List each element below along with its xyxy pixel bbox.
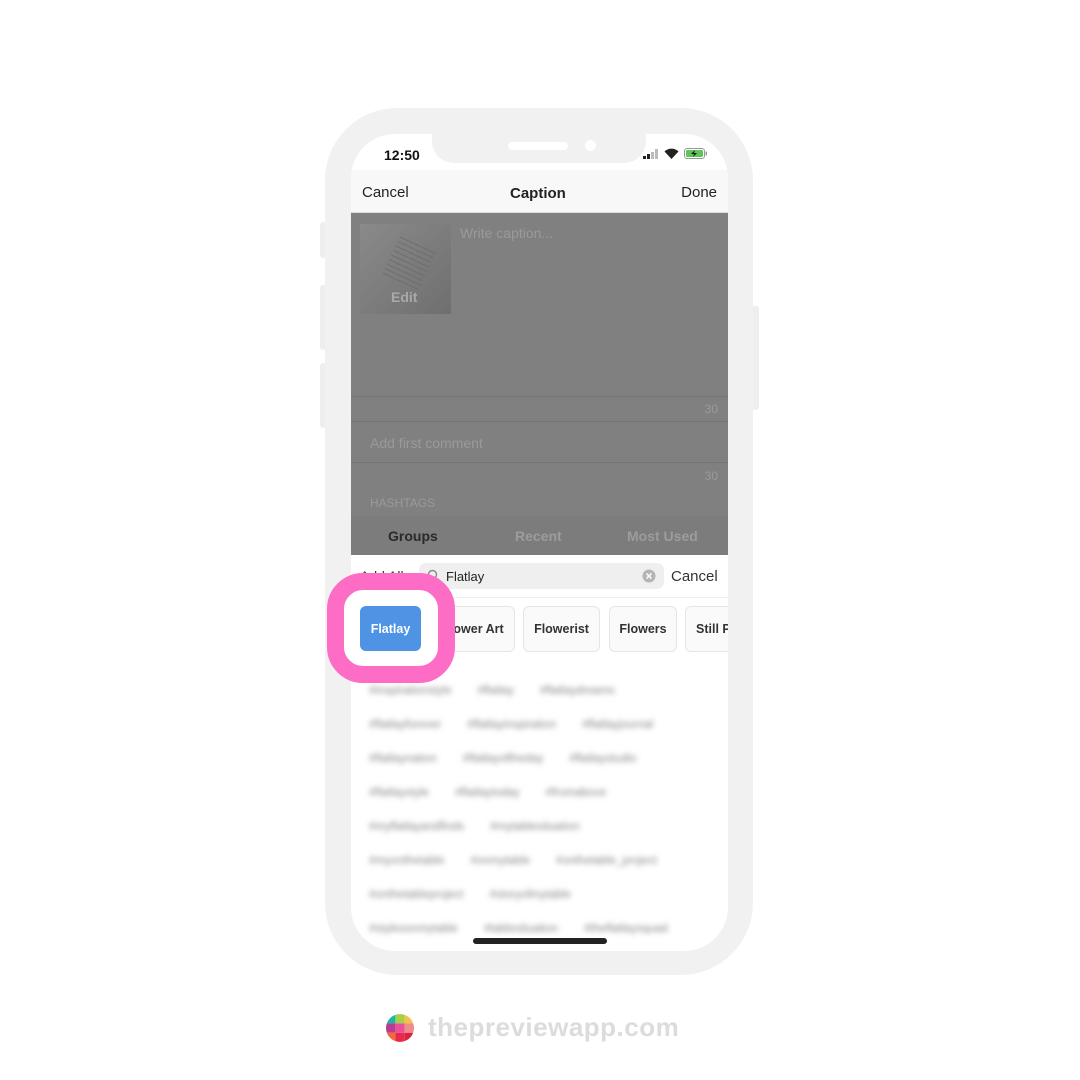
hashtag-item[interactable]: #stylesonmytable: [369, 923, 458, 935]
hashtag-item[interactable]: #flatlayoftheday: [463, 753, 544, 765]
hashtag-item[interactable]: #myflatlayandfinds: [369, 821, 464, 833]
hashtag-row: #flatlaynation #flatlayoftheday #flatlayst…: [369, 742, 728, 776]
divider: [351, 421, 728, 422]
hashtag-item[interactable]: #theflatlaysquad: [584, 923, 668, 935]
hashtag-item[interactable]: #flatlaystudio: [569, 753, 636, 765]
hashtag-item[interactable]: #onmytable: [470, 855, 529, 867]
hashtag-item[interactable]: #flatlayjournal: [582, 719, 653, 731]
hashtag-item[interactable]: #onthetable_project: [556, 855, 657, 867]
post-thumbnail[interactable]: Edit: [360, 224, 451, 314]
done-button[interactable]: Done: [681, 184, 717, 201]
status-icons: [643, 148, 708, 159]
hashtag-row: #onthetableproject #storyofmytable: [369, 878, 728, 912]
search-value: Flatlay: [446, 569, 485, 584]
camera: [585, 140, 596, 151]
hashtag-row: #flatlayforever #flatlayinspiration #flatl…: [369, 708, 728, 742]
battery-charging-icon: [684, 148, 707, 159]
caption-input[interactable]: Write caption...: [460, 225, 553, 241]
tab-most-used[interactable]: Most Used: [627, 528, 698, 544]
dimmed-post-editor: Edit Write caption... 30 Add first comme…: [351, 213, 728, 555]
hashtag-item[interactable]: #flatlaynation: [369, 753, 437, 765]
page-title: Caption: [510, 185, 566, 202]
hashtag-item[interactable]: #mytablesituation: [490, 821, 580, 833]
hashtag-item[interactable]: #onthetableproject: [369, 889, 464, 901]
comment-count: 30: [704, 469, 718, 483]
home-indicator[interactable]: [473, 938, 607, 944]
caption-count: 30: [704, 402, 718, 416]
hashtag-item[interactable]: #flatlayforever: [369, 719, 441, 731]
tab-groups[interactable]: Groups: [388, 528, 438, 544]
hashtag-item[interactable]: #flatlaydreams: [540, 685, 615, 697]
first-comment-input[interactable]: Add first comment: [370, 435, 483, 451]
hashtag-item[interactable]: #flatlaytoday: [455, 787, 520, 799]
hashtags-label: HASHTAGS: [370, 496, 436, 510]
divider: [351, 396, 728, 397]
status-time: 12:50: [384, 147, 420, 163]
preview-app-logo: [386, 1013, 414, 1042]
hashtag-list: #inspirationstyle #flatlay #flatlaydreams #…: [369, 674, 728, 946]
hashtag-row: #flatlaystyle #flatlaytoday #fromabove: [369, 776, 728, 810]
notch: [432, 134, 646, 163]
cancel-button[interactable]: Cancel: [362, 184, 409, 201]
hashtag-item[interactable]: #flatlaystyle: [369, 787, 429, 799]
hashtag-row: #myflatlayandfinds #mytablesituation: [369, 810, 728, 844]
phone-power-button: [752, 306, 759, 410]
hashtag-item[interactable]: #flatlay: [477, 685, 513, 697]
hashtag-item[interactable]: #storyofmytable: [490, 889, 571, 901]
hashtag-tabs: Groups Recent Most Used: [351, 516, 728, 555]
brand-footer: thepreviewapp.com: [386, 1012, 679, 1043]
clear-icon[interactable]: [642, 569, 656, 583]
thumbnail-text-lines: [382, 232, 438, 291]
edit-label[interactable]: Edit: [391, 289, 417, 305]
wifi-icon: [664, 148, 679, 159]
brand-url: thepreviewapp.com: [428, 1012, 680, 1042]
signal-icon: [643, 148, 658, 159]
nav-bar: Cancel Caption Done: [351, 170, 728, 213]
hashtag-row: #myonthetable #onmytable #onthetable_proje…: [369, 844, 728, 878]
tab-recent[interactable]: Recent: [515, 528, 562, 544]
speaker: [508, 142, 568, 150]
search-cancel-button[interactable]: Cancel: [671, 568, 718, 585]
hashtag-item[interactable]: #flatlayinspiration: [467, 719, 556, 731]
hashtag-item[interactable]: #myonthetable: [369, 855, 444, 867]
hashtag-item[interactable]: #fromabove: [546, 787, 607, 799]
group-chip-still[interactable]: Still Pi: [685, 606, 728, 652]
search-input[interactable]: Flatlay: [419, 563, 664, 589]
hashtag-item[interactable]: #tablesituation: [484, 923, 558, 935]
divider: [351, 462, 728, 463]
group-chip-flatlay-selected[interactable]: Flatlay: [360, 606, 421, 651]
phone-screen: 12:50 Cancel Caption Done Edit Write cap…: [351, 134, 728, 951]
group-chip-flowers[interactable]: Flowers: [609, 606, 677, 652]
group-chip-flowerist[interactable]: Flowerist: [523, 606, 600, 652]
hashtag-item[interactable]: #inspirationstyle: [369, 685, 451, 697]
